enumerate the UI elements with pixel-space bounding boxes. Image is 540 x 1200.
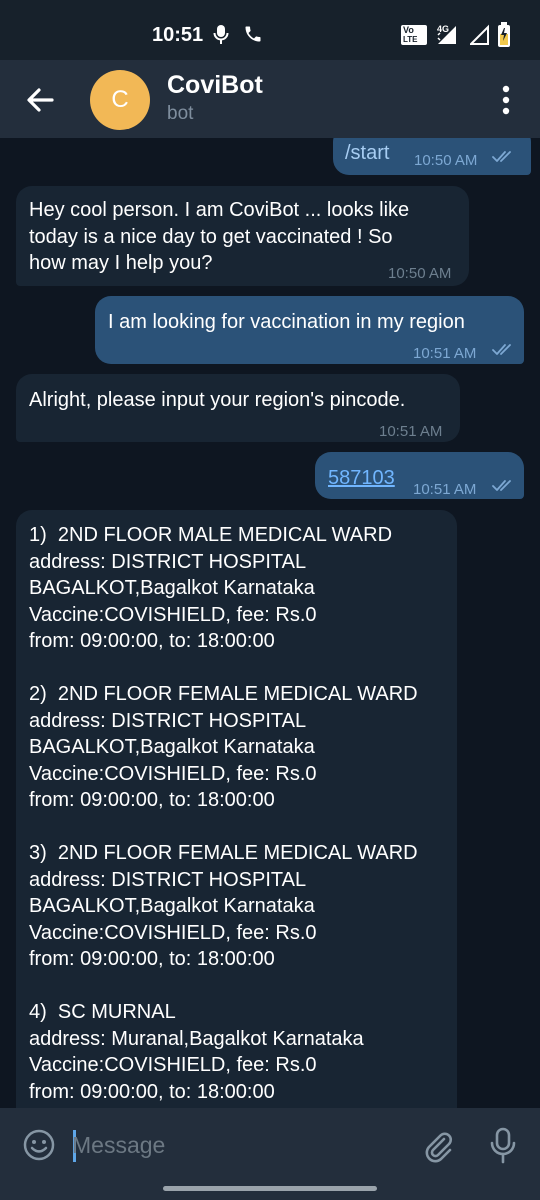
emoji-icon[interactable]: [22, 1128, 56, 1162]
microphone-icon: [213, 25, 229, 44]
read-ticks-icon: [492, 480, 511, 491]
signal-icon: [437, 26, 456, 44]
chat-header: C CoviBot bot: [0, 60, 540, 138]
battery-icon: [498, 22, 510, 47]
chat-title[interactable]: CoviBot: [167, 71, 263, 100]
microphone-icon[interactable]: [488, 1126, 518, 1166]
volte-icon: Vo LTE: [401, 25, 427, 45]
message-list[interactable]: /start 10:50 AM Hey cool person. I am Co…: [0, 138, 540, 1108]
message-text[interactable]: I am looking for vaccination in my regio…: [108, 309, 465, 336]
message-text[interactable]: Hey cool person. I am CoviBot ... looks …: [29, 197, 409, 277]
lte-label: LTE: [403, 35, 418, 44]
message-text[interactable]: Alright, please input your region's pinc…: [29, 387, 405, 414]
outgoing-message[interactable]: I am looking for vaccination in my regio…: [95, 296, 524, 364]
status-bar: 10:51 Vo LTE 4G: [0, 0, 540, 60]
message-time: 10:51 AM: [413, 481, 477, 498]
message-text[interactable]: /start: [345, 140, 389, 167]
message-time: 10:50 AM: [414, 152, 478, 169]
pincode-link[interactable]: 587103: [328, 465, 395, 492]
message-text[interactable]: 1) 2ND FLOOR MALE MEDICAL WARD address: …: [29, 522, 418, 1105]
message-input[interactable]: [72, 1122, 402, 1168]
incoming-message[interactable]: 1) 2ND FLOOR MALE MEDICAL WARD address: …: [16, 510, 457, 1108]
incoming-message[interactable]: Hey cool person. I am CoviBot ... looks …: [16, 186, 469, 286]
message-time: 10:51 AM: [413, 345, 477, 362]
status-time: 10:51: [152, 24, 204, 46]
back-arrow-icon[interactable]: [22, 82, 58, 118]
incoming-message[interactable]: Alright, please input your region's pinc…: [16, 374, 460, 442]
home-indicator[interactable]: [163, 1186, 377, 1191]
read-ticks-icon: [492, 344, 511, 355]
more-options-icon[interactable]: [494, 82, 518, 118]
read-ticks-icon: [492, 151, 511, 162]
outgoing-message[interactable]: 587103 10:51 AM: [315, 452, 524, 499]
chat-subtitle: bot: [167, 103, 194, 124]
message-time: 10:50 AM: [388, 265, 452, 282]
message-time: 10:51 AM: [379, 423, 443, 440]
attach-icon[interactable]: [420, 1128, 456, 1164]
volte-label: Vo: [403, 25, 414, 35]
avatar[interactable]: C: [90, 70, 150, 130]
outgoing-message[interactable]: /start 10:50 AM: [333, 138, 531, 175]
phone-icon: [245, 26, 261, 42]
signal-icon-secondary: [470, 24, 489, 45]
